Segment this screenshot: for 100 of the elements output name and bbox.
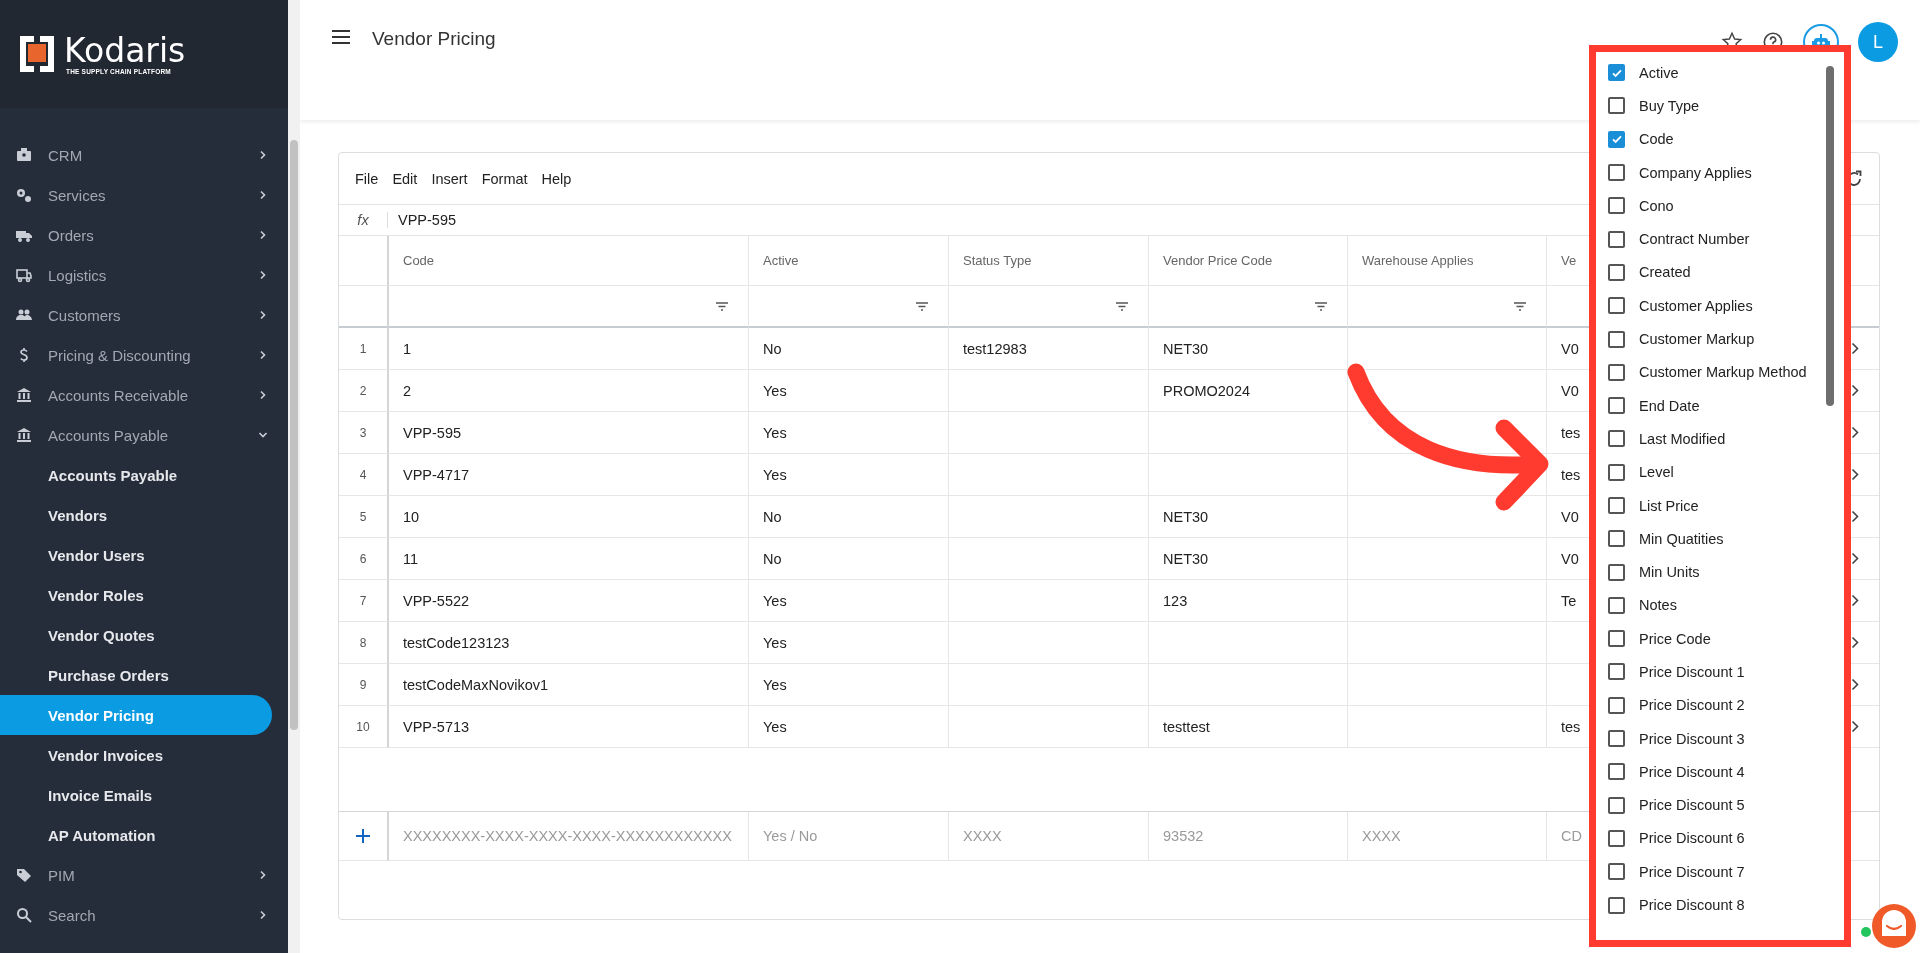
- column-option[interactable]: Level: [1639, 464, 1674, 481]
- column-option[interactable]: Contract Number: [1639, 231, 1750, 248]
- sub-nav-item[interactable]: Vendor Users: [0, 535, 272, 575]
- column-header[interactable]: Warehouse Applies: [1348, 236, 1547, 286]
- filter-icon[interactable]: [916, 301, 928, 311]
- filter-icon[interactable]: [1315, 301, 1327, 311]
- filter-icon[interactable]: [1514, 301, 1526, 311]
- checkbox[interactable]: [1608, 463, 1625, 481]
- menu-item[interactable]: File: [355, 170, 379, 187]
- checkbox[interactable]: [1608, 863, 1625, 881]
- nav-item[interactable]: Accounts Payable: [0, 415, 288, 455]
- checkbox[interactable]: [1608, 829, 1625, 847]
- formula-field[interactable]: VPP-595: [388, 212, 457, 228]
- column-option[interactable]: Active: [1639, 64, 1679, 81]
- nav-item[interactable]: CRM: [0, 135, 288, 175]
- filter-cell[interactable]: [749, 286, 949, 328]
- checkbox[interactable]: [1608, 696, 1625, 714]
- column-option[interactable]: List Price: [1639, 497, 1699, 514]
- column-option[interactable]: Price Discount 6: [1639, 830, 1745, 847]
- add-icon[interactable]: [356, 829, 370, 843]
- checkbox[interactable]: [1608, 164, 1625, 182]
- checkbox[interactable]: [1608, 397, 1625, 415]
- sub-nav-item[interactable]: Vendor Invoices: [0, 735, 272, 775]
- menu-item[interactable]: Help: [541, 170, 572, 187]
- nav-item[interactable]: Pricing & Discounting: [0, 335, 288, 375]
- checkbox[interactable]: [1608, 297, 1625, 315]
- filter-cell[interactable]: [1149, 286, 1348, 328]
- sub-nav-item[interactable]: Invoice Emails: [0, 775, 272, 815]
- checkbox[interactable]: [1608, 430, 1625, 448]
- chevron-right-icon[interactable]: [1851, 636, 1860, 649]
- scrollbar[interactable]: [1826, 66, 1834, 406]
- checkbox[interactable]: [1608, 97, 1625, 115]
- checkbox[interactable]: [1608, 64, 1625, 82]
- nav-item[interactable]: Orders: [0, 215, 288, 255]
- sub-nav-item[interactable]: Purchase Orders: [0, 655, 272, 695]
- chevron-right-icon[interactable]: [1851, 594, 1860, 607]
- menu-item[interactable]: Format: [481, 170, 528, 187]
- checkbox[interactable]: [1608, 497, 1625, 514]
- column-option[interactable]: Min Units: [1639, 564, 1700, 581]
- column-option[interactable]: Price Discount 3: [1639, 730, 1745, 747]
- checkbox[interactable]: [1608, 563, 1625, 581]
- column-option[interactable]: Company Applies: [1639, 164, 1752, 181]
- menu-item[interactable]: Edit: [392, 170, 418, 187]
- scrollbar[interactable]: [288, 0, 300, 953]
- sub-nav-item[interactable]: Vendor Roles: [0, 575, 272, 615]
- nav-item[interactable]: Customers: [0, 295, 288, 335]
- nav-item[interactable]: Search: [0, 895, 288, 935]
- checkbox[interactable]: [1608, 530, 1625, 548]
- column-option[interactable]: Price Discount 7: [1639, 863, 1745, 880]
- checkbox[interactable]: [1608, 363, 1625, 381]
- chevron-right-icon[interactable]: [1851, 342, 1860, 355]
- checkbox[interactable]: [1608, 596, 1625, 614]
- nav-item[interactable]: Accounts Receivable: [0, 375, 288, 415]
- sub-nav-item[interactable]: Accounts Payable: [0, 455, 272, 495]
- filter-cell[interactable]: [389, 286, 749, 328]
- column-option[interactable]: Buy Type: [1639, 97, 1700, 114]
- checkbox[interactable]: [1608, 630, 1625, 648]
- chevron-right-icon[interactable]: [1851, 720, 1860, 733]
- column-header[interactable]: Active: [749, 236, 949, 286]
- menu-icon[interactable]: [332, 30, 350, 44]
- filter-cell[interactable]: [949, 286, 1149, 328]
- chat-widget-icon[interactable]: [1872, 904, 1916, 948]
- column-option[interactable]: Created: [1639, 264, 1691, 281]
- checkbox[interactable]: [1608, 263, 1625, 281]
- checkbox[interactable]: [1608, 796, 1625, 814]
- column-option[interactable]: Price Discount 8: [1639, 897, 1745, 914]
- filter-icon[interactable]: [1116, 301, 1128, 311]
- nav-item[interactable]: Services: [0, 175, 288, 215]
- checkbox[interactable]: [1608, 896, 1625, 914]
- chevron-right-icon[interactable]: [1851, 678, 1860, 691]
- sub-nav-item[interactable]: AP Automation: [0, 815, 272, 855]
- checkbox[interactable]: [1608, 197, 1625, 215]
- column-option[interactable]: Last Modified: [1639, 430, 1726, 447]
- sub-nav-item[interactable]: Vendors: [0, 495, 272, 535]
- column-option[interactable]: Price Discount 5: [1639, 797, 1745, 814]
- checkbox[interactable]: [1608, 130, 1625, 148]
- column-option[interactable]: Notes: [1639, 597, 1677, 614]
- column-header[interactable]: Status Type: [949, 236, 1149, 286]
- menu-item[interactable]: Insert: [431, 170, 468, 187]
- column-header[interactable]: Vendor Price Code: [1149, 236, 1348, 286]
- checkbox[interactable]: [1608, 330, 1625, 348]
- sub-nav-item[interactable]: Vendor Quotes: [0, 615, 272, 655]
- nav-item[interactable]: Logistics: [0, 255, 288, 295]
- column-option[interactable]: Customer Markup: [1639, 331, 1755, 347]
- filter-icon[interactable]: [716, 301, 728, 311]
- checkbox[interactable]: [1608, 663, 1625, 681]
- column-option[interactable]: Price Code: [1639, 630, 1711, 647]
- chevron-right-icon[interactable]: [1851, 426, 1860, 439]
- chevron-right-icon[interactable]: [1851, 552, 1860, 565]
- chevron-right-icon[interactable]: [1851, 384, 1860, 397]
- column-option[interactable]: Price Discount 1: [1639, 664, 1745, 680]
- checkbox[interactable]: [1608, 230, 1625, 248]
- column-option[interactable]: Code: [1639, 131, 1674, 148]
- column-option[interactable]: End Date: [1639, 397, 1700, 414]
- chevron-right-icon[interactable]: [1851, 510, 1860, 523]
- column-option[interactable]: Cono: [1639, 197, 1674, 214]
- checkbox[interactable]: [1608, 763, 1625, 781]
- chevron-right-icon[interactable]: [1851, 468, 1860, 481]
- column-header[interactable]: Code: [389, 236, 749, 286]
- filter-cell[interactable]: [1348, 286, 1547, 328]
